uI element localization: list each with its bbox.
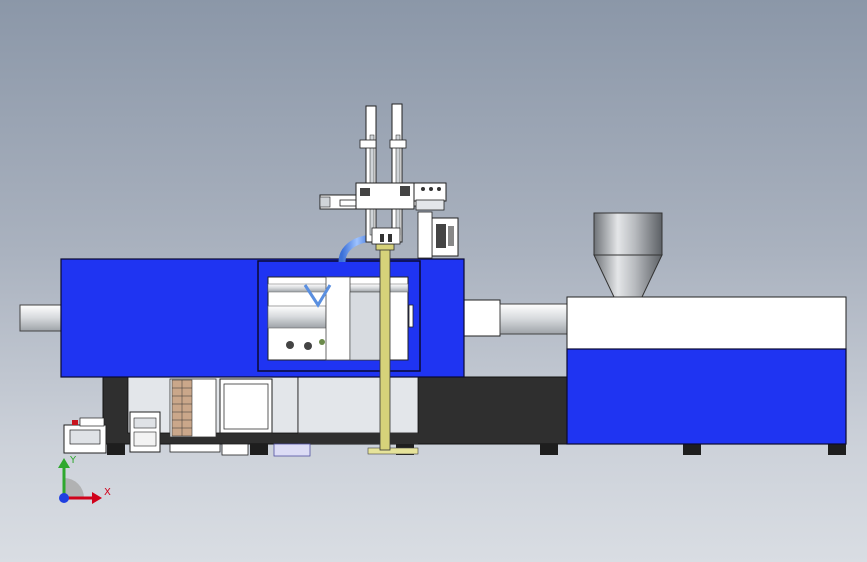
hopper[interactable] [593,212,663,298]
ladder-rack [171,379,193,437]
z-axis-dot [59,493,69,503]
triad-graphic [58,458,102,504]
door-handle[interactable] [408,304,414,328]
clamping-unit[interactable] [60,258,465,378]
robot-arm[interactable] [319,103,459,259]
x-axis-label: X [104,487,111,498]
injection-molding-machine-model[interactable] [0,0,867,562]
cad-viewport[interactable]: X Y [0,0,867,562]
coordinate-triad: X Y [44,456,124,512]
injection-unit[interactable] [566,296,847,445]
y-axis-label: Y [70,455,77,466]
